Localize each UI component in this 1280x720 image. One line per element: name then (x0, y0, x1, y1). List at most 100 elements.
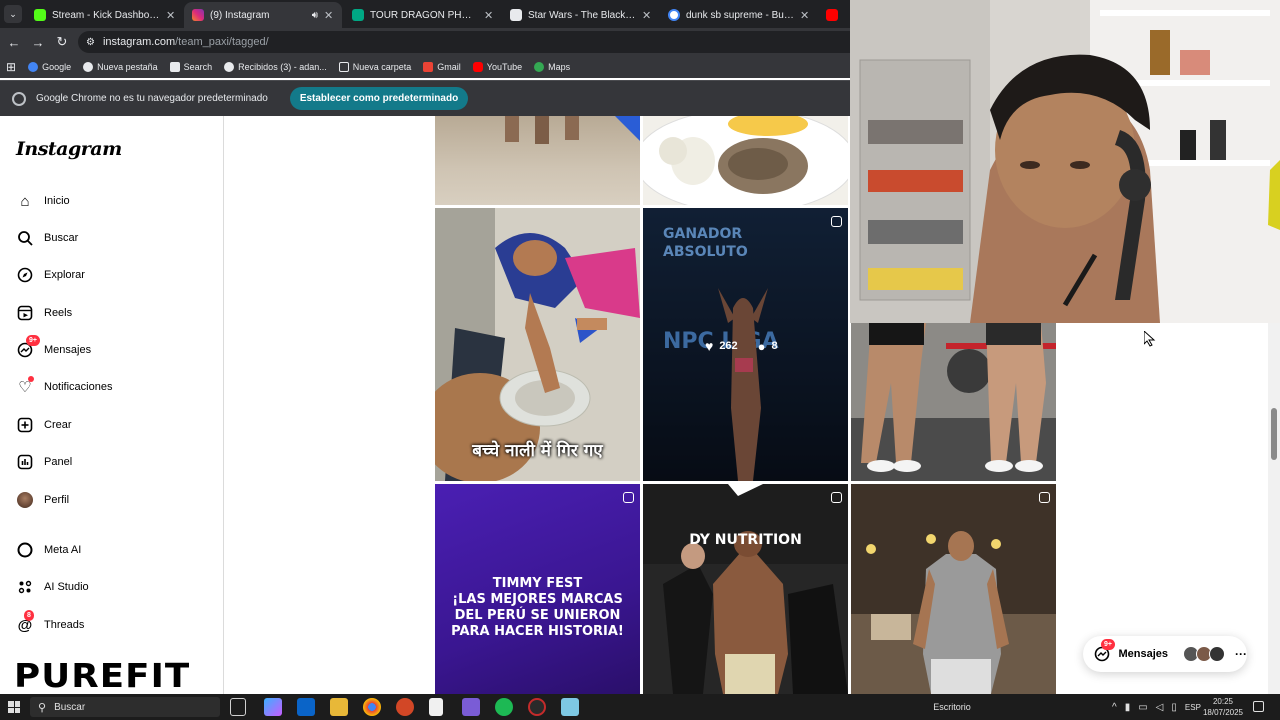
file-explorer-icon[interactable] (330, 698, 348, 716)
conversation-avatars (1183, 646, 1225, 662)
close-icon[interactable]: ✕ (484, 9, 494, 22)
chrome-icon[interactable] (363, 698, 381, 716)
post-image (851, 484, 1056, 694)
folder-icon (338, 62, 349, 72)
tab-instagram[interactable]: (9) Instagram 🔊︎ ✕ (184, 2, 342, 28)
nav-home[interactable]: ⌂ Inicio (16, 188, 69, 214)
chrome-toolbar: ← → ↻ ⚙ instagram.com/team_paxi/tagged/ (0, 28, 850, 56)
bookmark-search[interactable]: Search (164, 57, 219, 77)
default-browser-infobar: Google Chrome no es tu navegador predete… (0, 80, 850, 116)
site-info-icon[interactable]: ⚙ (86, 37, 95, 48)
bookmark-folder[interactable]: Nueva carpeta (333, 57, 418, 77)
reel-icon (623, 492, 634, 503)
screen: ⌄ Stream - Kick Dashboard ✕ (9) Instagra… (0, 0, 1280, 720)
task-view-icon[interactable] (230, 698, 246, 716)
copilot-icon[interactable] (264, 698, 282, 716)
apps-grid-icon[interactable]: ⊞ (0, 57, 22, 77)
bookmark-new-tab[interactable]: Nueva pestaña (77, 57, 164, 77)
url-path: /team_paxi/tagged/ (175, 36, 269, 48)
set-default-button[interactable]: Establecer como predeterminado (289, 87, 469, 110)
post-tile[interactable] (851, 323, 1056, 481)
post-tile[interactable] (435, 116, 640, 205)
tab-google-search[interactable]: dunk sb supreme - Buscar con G ✕ (660, 4, 818, 26)
home-icon: ⌂ (20, 192, 30, 210)
tab-kick[interactable]: Stream - Kick Dashboard ✕ (26, 4, 184, 26)
messages-label: Mensajes (1118, 648, 1168, 660)
post-image (643, 116, 848, 205)
nav-search[interactable]: Buscar (16, 225, 78, 251)
nav-create[interactable]: Crear (16, 412, 72, 438)
post-tile[interactable] (851, 484, 1056, 694)
threads-icon: @ 8 (17, 610, 34, 634)
chevron-up-icon[interactable]: ^ (1112, 702, 1117, 713)
nav-meta-ai[interactable]: Meta AI (16, 537, 81, 563)
post-caption: बच्चे नाली में गिर गए (472, 441, 603, 461)
speaker-icon[interactable]: 🔊︎ (312, 10, 318, 21)
speaker-icon[interactable]: ◁ (1156, 702, 1164, 713)
nav-messages[interactable]: 9+ Mensajes (16, 335, 91, 363)
windows-start-icon[interactable] (8, 701, 20, 713)
post-tile[interactable]: बच्चे नाली में गिर गए (435, 208, 640, 481)
close-icon[interactable]: ✕ (166, 9, 176, 22)
youtube-icon (826, 9, 838, 21)
scrollbar-thumb[interactable] (1271, 408, 1277, 460)
infobar-message: Google Chrome no es tu navegador predete… (36, 93, 268, 104)
spotify-icon[interactable] (495, 698, 513, 716)
microphone-icon[interactable]: ▮ (1125, 702, 1131, 713)
clock[interactable]: 20:25 18/07/2025 (1198, 694, 1248, 720)
plus-square-icon (16, 416, 34, 434)
reload-button[interactable]: ↻ (54, 34, 70, 50)
chart-icon (16, 453, 34, 471)
obs-icon[interactable] (528, 698, 546, 716)
back-button[interactable]: ← (6, 34, 22, 50)
notification-icon[interactable] (1253, 701, 1264, 712)
app-icon[interactable] (561, 698, 579, 716)
nav-notifications[interactable]: ♡ Notificaciones (16, 374, 112, 400)
unread-badge: 8 (24, 610, 34, 621)
bookmark-google[interactable]: Google (22, 57, 77, 77)
url-host: instagram.com (102, 36, 176, 48)
reel-icon (831, 492, 842, 503)
nav-profile[interactable]: Perfil (16, 487, 69, 513)
nav-ai-studio[interactable]: AI Studio (16, 574, 89, 600)
bookmark-inbox[interactable]: Recibidos (3) - adan... (218, 57, 333, 77)
nav-dashboard[interactable]: Panel (16, 449, 72, 475)
bookmark-maps[interactable]: Maps (528, 57, 576, 77)
chrome-tab-strip: ⌄ Stream - Kick Dashboard ✕ (9) Instagra… (0, 0, 850, 28)
search-icon (169, 62, 180, 72)
bookmark-youtube[interactable]: YouTube (467, 57, 528, 77)
close-icon[interactable]: ✕ (800, 9, 810, 22)
tab-search-button[interactable]: ⌄ (4, 5, 22, 23)
post-image (643, 484, 848, 694)
post-tile[interactable]: TIMMY FEST ¡LAS MEJORES MARCAS DEL PERÚ … (435, 484, 640, 694)
battery-icon[interactable]: ▯ (1171, 702, 1177, 713)
outlook-icon[interactable] (297, 698, 315, 716)
document-icon[interactable] (429, 698, 443, 716)
taskbar-search[interactable]: ⚲ Buscar (30, 697, 220, 717)
messages-floating-button[interactable]: 9+ Mensajes ··· (1083, 636, 1247, 672)
avatar (16, 491, 34, 509)
post-tile[interactable]: GANADOR ABSOLUTO NPC LIGA ♥ 262 ● 8 (643, 208, 848, 481)
tab-title: Star Wars - The Black Series - C (528, 9, 636, 21)
address-bar[interactable]: ⚙ instagram.com/team_paxi/tagged/ (78, 31, 850, 53)
powerpoint-icon[interactable] (396, 698, 414, 716)
tab-star-wars[interactable]: Star Wars - The Black Series - C ✕ (502, 4, 660, 26)
system-tray: ^ ▮ ▭ ◁ ▯ ESP (1112, 694, 1201, 720)
nav-explore[interactable]: Explorar (16, 262, 85, 288)
desktop-toolbar[interactable]: Escritorio (922, 694, 982, 720)
nav-reels[interactable]: Reels (16, 300, 72, 326)
instagram-logo[interactable]: Instagram (16, 138, 122, 160)
close-icon[interactable]: ✕ (324, 9, 334, 22)
network-icon[interactable]: ▭ (1138, 702, 1147, 713)
post-tile[interactable]: DY NUTRITION (643, 484, 848, 694)
meta-ai-icon (16, 541, 34, 559)
post-tile[interactable] (643, 116, 848, 205)
bookmark-gmail[interactable]: Gmail (417, 57, 467, 77)
nav-threads[interactable]: @ 8 Threads (16, 610, 84, 638)
app-icon[interactable] (462, 698, 480, 716)
forward-button[interactable]: → (30, 34, 46, 50)
more-icon[interactable]: ··· (1235, 647, 1247, 661)
tab-dragon-pharma[interactable]: TOUR DRAGON PHARMA | Join ✕ (344, 4, 502, 26)
tab-youtube[interactable]: (1 (818, 4, 850, 26)
close-icon[interactable]: ✕ (642, 9, 652, 22)
